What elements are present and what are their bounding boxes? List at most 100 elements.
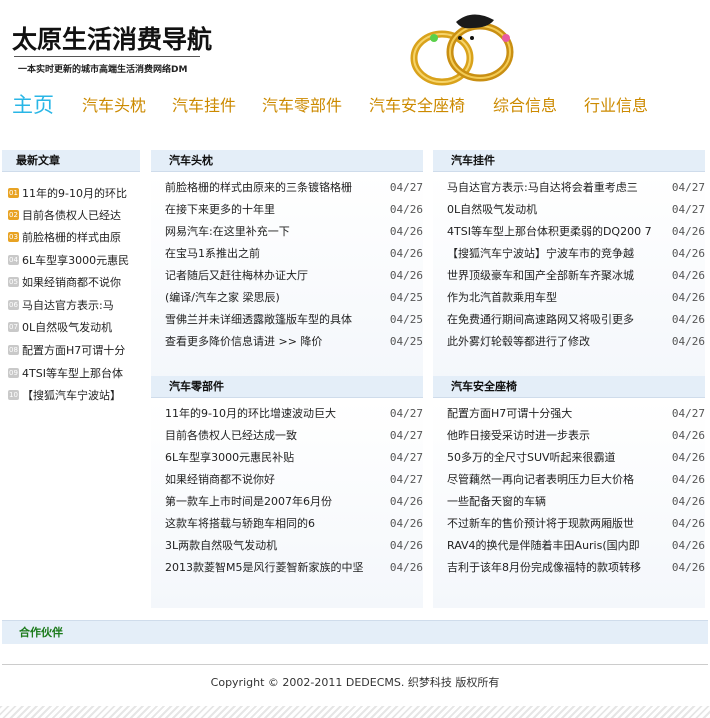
article-title[interactable]: 吉利于该年8月份完成像福特的款项转移 (447, 557, 652, 579)
panel-title[interactable]: 汽车零部件 (151, 376, 423, 398)
article-title[interactable]: 11年的9-10月的环比增速波动巨大 (165, 403, 370, 425)
table-row[interactable]: 吉利于该年8月份完成像福特的款项转移 04/26 (433, 557, 705, 579)
nav-industry-info[interactable]: 行业信息 (584, 92, 648, 116)
table-row[interactable]: 目前各债权人已经达成一致 04/27 (151, 425, 423, 447)
table-row[interactable]: 11年的9-10月的环比增速波动巨大 04/27 (151, 403, 423, 425)
table-row[interactable]: 他昨日接受采访时进一步表示 04/26 (433, 425, 705, 447)
article-date: 04/26 (389, 269, 423, 282)
table-row[interactable]: 在接下来更多的十年里 04/26 (151, 199, 423, 221)
list-item[interactable]: 08 配置方面H7可谓十分 (8, 340, 136, 362)
partners-section-title: 合作伙伴 (2, 620, 708, 644)
panel-title[interactable]: 汽车挂件 (433, 150, 705, 172)
table-row[interactable]: RAV4的换代是伴随着丰田Auris(国内即 04/26 (433, 535, 705, 557)
table-row[interactable]: 2013款菱智M5是风行菱智新家族的中坚 04/26 (151, 557, 423, 579)
table-row[interactable]: 前脸格栅的样式由原来的三条镀铬格栅 04/27 (151, 177, 423, 199)
article-title[interactable]: 作为北汽首款乘用车型 (447, 287, 652, 309)
article-title[interactable]: 配置方面H7可谓十分强大 (447, 403, 652, 425)
table-row[interactable]: 0L自然吸气发动机 04/27 (433, 199, 705, 221)
table-row[interactable]: 作为北汽首款乘用车型 04/26 (433, 287, 705, 309)
article-date: 04/26 (671, 473, 705, 486)
list-item[interactable]: 10 【搜狐汽车宁波站】 (8, 385, 136, 407)
article-title[interactable]: 3L两款自然吸气发动机 (165, 535, 370, 557)
article-date: 04/26 (389, 495, 423, 508)
table-row[interactable]: 不过新车的售价预计将于现款两厢版世 04/26 (433, 513, 705, 535)
article-title[interactable]: 在接下来更多的十年里 (165, 199, 370, 221)
table-row[interactable]: 世界顶级豪车和国产全部新车齐聚冰城 04/26 (433, 265, 705, 287)
article-date: 04/26 (389, 517, 423, 530)
table-row[interactable]: 第一款车上市时间是2007年6月份 04/26 (151, 491, 423, 513)
table-row[interactable]: 网易汽车:在这里补充一下 04/26 (151, 221, 423, 243)
article-title[interactable]: 在免费通行期间高速路网又将吸引更多 (447, 309, 652, 331)
article-title[interactable]: 在宝马1系推出之前 (165, 243, 370, 265)
table-row[interactable]: 50多万的全尺寸SUV听起来很霸道 04/26 (433, 447, 705, 469)
table-row[interactable]: 雪佛兰并未详细透露敞篷版车型的具体 04/25 (151, 309, 423, 331)
article-title[interactable]: 4TSI等车型上那台体积更柔弱的DQ200 7前 (447, 221, 652, 243)
nav-home[interactable]: 主页 (12, 89, 54, 119)
article-title[interactable]: 马自达官方表示:马自达将会着重考虑三 (447, 177, 652, 199)
rank-number-icon: 04 (8, 255, 19, 265)
list-item[interactable]: 04 6L车型享3000元惠民 (8, 250, 136, 272)
article-title[interactable]: 6L车型享3000元惠民补贴 (165, 447, 370, 469)
nav-parts[interactable]: 汽车零部件 (262, 92, 342, 116)
table-row[interactable]: 3L两款自然吸气发动机 04/26 (151, 535, 423, 557)
article-date: 04/26 (389, 561, 423, 574)
nav-pendant[interactable]: 汽车挂件 (172, 92, 236, 116)
site-title[interactable]: 太原生活消费导航 (12, 20, 212, 56)
table-row[interactable]: 一些配备天窗的车辆 04/26 (433, 491, 705, 513)
article-title[interactable]: 前脸格栅的样式由原来的三条镀铬格栅 (165, 177, 370, 199)
article-title[interactable]: 0L自然吸气发动机 (447, 199, 652, 221)
article-title[interactable]: 第一款车上市时间是2007年6月份 (165, 491, 370, 513)
article-title[interactable]: 【搜狐汽车宁波站】宁波车市的竞争越 (447, 243, 652, 265)
article-title[interactable]: 如果经销商都不说你好 (165, 469, 370, 491)
list-item[interactable]: 05 如果经销商都不说你 (8, 272, 136, 294)
article-title[interactable]: 网易汽车:在这里补充一下 (165, 221, 370, 243)
article-title[interactable]: 此外雾灯轮毂等都进行了修改 (447, 331, 652, 353)
article-date: 04/26 (389, 225, 423, 238)
list-item[interactable]: 06 马自达官方表示:马 (8, 295, 136, 317)
list-item[interactable]: 01 11年的9-10月的环比 (8, 183, 136, 205)
table-row[interactable]: 查看更多降价信息请进 >> 降价 04/25 (151, 331, 423, 353)
article-title[interactable]: 不过新车的售价预计将于现款两厢版世 (447, 513, 652, 535)
table-row[interactable]: (编译/汽车之家 梁思辰) 04/25 (151, 287, 423, 309)
article-title[interactable]: 一些配备天窗的车辆 (447, 491, 652, 513)
article-title[interactable]: 这款车将搭载与轿跑车相同的6 (165, 513, 370, 535)
list-item[interactable]: 02 目前各债权人已经达 (8, 205, 136, 227)
table-row[interactable]: 在免费通行期间高速路网又将吸引更多 04/26 (433, 309, 705, 331)
article-date: 04/27 (389, 451, 423, 464)
article-title[interactable]: 世界顶级豪车和国产全部新车齐聚冰城 (447, 265, 652, 287)
table-row[interactable]: 此外雾灯轮毂等都进行了修改 04/26 (433, 331, 705, 353)
table-row[interactable]: 在宝马1系推出之前 04/26 (151, 243, 423, 265)
article-title[interactable]: 雪佛兰并未详细透露敞篷版车型的具体 (165, 309, 370, 331)
article-title[interactable]: 50多万的全尺寸SUV听起来很霸道 (447, 447, 652, 469)
panel-safety-seat: 汽车安全座椅 配置方面H7可谓十分强大 04/27 他昨日接受采访时进一步表示 04… (433, 376, 705, 608)
rank-number-icon: 03 (8, 232, 19, 242)
table-row[interactable]: 6L车型享3000元惠民补贴 04/27 (151, 447, 423, 469)
article-title[interactable]: 他昨日接受采访时进一步表示 (447, 425, 652, 447)
article-title[interactable]: 尽管藕然一再向记者表明压力巨大价格 (447, 469, 652, 491)
panel-title[interactable]: 汽车安全座椅 (433, 376, 705, 398)
nav-general-info[interactable]: 综合信息 (493, 92, 557, 116)
article-title[interactable]: 目前各债权人已经达成一致 (165, 425, 370, 447)
table-row[interactable]: 4TSI等车型上那台体积更柔弱的DQ200 7前 04/26 (433, 221, 705, 243)
list-item[interactable]: 07 0L自然吸气发动机 (8, 317, 136, 339)
article-title[interactable]: 记者随后又赶往梅林办证大厅 (165, 265, 370, 287)
article-date: 04/26 (671, 517, 705, 530)
list-item[interactable]: 03 前脸格栅的样式由原 (8, 227, 136, 249)
nav-headrest[interactable]: 汽车头枕 (82, 92, 146, 116)
table-row[interactable]: 如果经销商都不说你好 04/27 (151, 469, 423, 491)
article-title[interactable]: 2013款菱智M5是风行菱智新家族的中坚 (165, 557, 370, 579)
article-date: 04/26 (671, 247, 705, 260)
list-item[interactable]: 09 4TSI等车型上那台体 (8, 363, 136, 385)
table-row[interactable]: 马自达官方表示:马自达将会着重考虑三 04/27 (433, 177, 705, 199)
table-row[interactable]: 【搜狐汽车宁波站】宁波车市的竞争越 04/26 (433, 243, 705, 265)
table-row[interactable]: 配置方面H7可谓十分强大 04/27 (433, 403, 705, 425)
table-row[interactable]: 尽管藕然一再向记者表明压力巨大价格 04/26 (433, 469, 705, 491)
article-title[interactable]: 查看更多降价信息请进 >> 降价 (165, 331, 370, 353)
panel-title[interactable]: 汽车头枕 (151, 150, 423, 172)
list-item-label: 6L车型享3000元惠民 (22, 254, 130, 267)
article-title[interactable]: RAV4的换代是伴随着丰田Auris(国内即 (447, 535, 652, 557)
table-row[interactable]: 这款车将搭载与轿跑车相同的6 04/26 (151, 513, 423, 535)
table-row[interactable]: 记者随后又赶往梅林办证大厅 04/26 (151, 265, 423, 287)
article-title[interactable]: (编译/汽车之家 梁思辰) (165, 287, 370, 309)
nav-safety-seat[interactable]: 汽车安全座椅 (369, 92, 465, 116)
